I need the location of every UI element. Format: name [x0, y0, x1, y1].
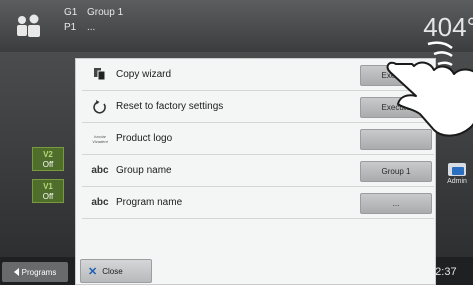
group-code: G1 [64, 7, 78, 18]
program-name-button[interactable]: ... [360, 193, 432, 214]
row-program-name: abc Program name ... [82, 187, 434, 219]
group-name: Group 1 [87, 7, 124, 18]
close-label: Close [102, 266, 123, 276]
badge-v1-state: Off [42, 192, 54, 201]
group-name-button[interactable]: Group 1 [360, 161, 432, 182]
admin-button[interactable]: Admin [443, 163, 471, 191]
row-label: Reset to factory settings [116, 101, 224, 112]
admin-label: Admin [447, 178, 467, 185]
admin-icon [448, 163, 466, 176]
reset-icon [87, 97, 113, 117]
programs-button[interactable]: Programs [2, 262, 68, 282]
row-label: Product logo [116, 133, 173, 144]
program-code: P1 [64, 22, 77, 33]
people-icon [17, 14, 40, 37]
row-label: Group name [116, 165, 172, 176]
badge-v2[interactable]: V2 Off [32, 147, 64, 171]
abc-icon: abc [91, 165, 109, 176]
row-group-name: abc Group name Group 1 [82, 155, 434, 187]
arrow-left-icon [13, 268, 19, 276]
copy-icon [87, 65, 113, 85]
close-button[interactable]: ✕ Close [80, 259, 152, 283]
badge-v1-label: V1 [43, 182, 53, 191]
row-label: Copy wizard [116, 69, 172, 80]
badge-v2-label: V2 [43, 150, 53, 159]
logo-icon: Ivoclar Vivadent [92, 133, 108, 144]
badge-v1[interactable]: V1 Off [32, 179, 64, 203]
abc-icon: abc [91, 197, 109, 208]
program-name: ... [87, 22, 96, 33]
close-icon: ✕ [88, 265, 98, 278]
pointing-hand-icon [386, 41, 473, 137]
programs-label: Programs [21, 267, 57, 277]
row-label: Program name [116, 197, 183, 208]
badge-v2-state: Off [42, 160, 54, 169]
